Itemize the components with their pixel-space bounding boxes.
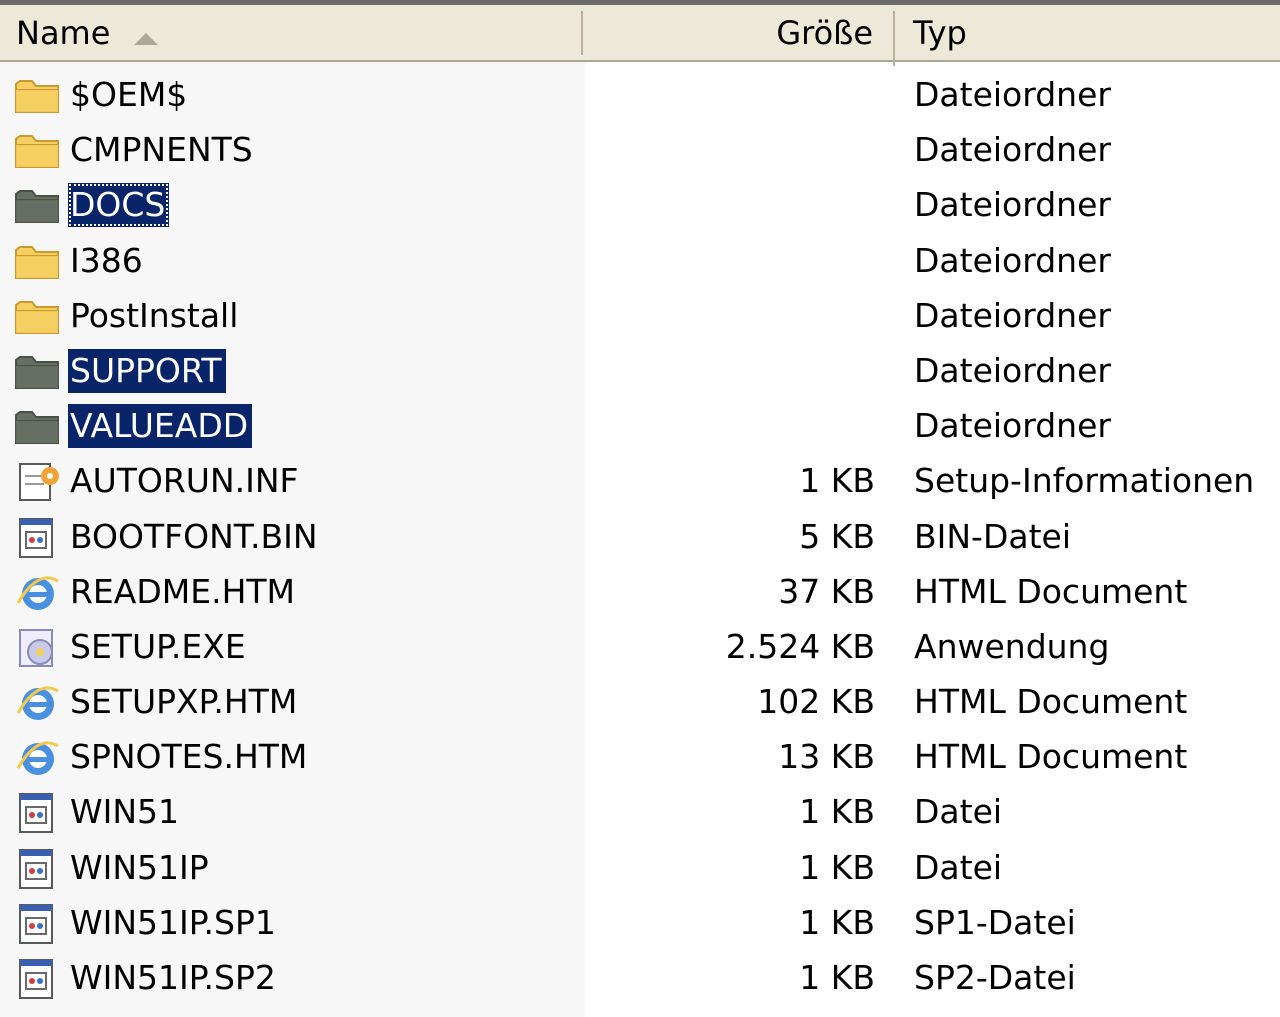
file-type: Datei	[914, 792, 1003, 832]
folder-icon	[14, 297, 62, 337]
file-type: Dateiordner	[914, 75, 1111, 114]
folder-icon	[14, 242, 62, 282]
file-type: HTML Document	[914, 571, 1188, 611]
generic-file-icon	[14, 793, 62, 834]
file-size: 37 KB	[778, 571, 875, 611]
file-type: HTML Document	[914, 737, 1188, 777]
file-name: I386	[70, 240, 143, 280]
folder-icon	[14, 76, 62, 116]
file-type: Dateiordner	[914, 350, 1111, 390]
setup-icon	[14, 628, 62, 668]
file-name: $OEM$	[70, 75, 188, 114]
generic-file-icon	[14, 959, 62, 999]
file-size: 1 KB	[799, 461, 875, 501]
file-name: SPNOTES.HTM	[70, 737, 308, 777]
file-name: SETUPXP.HTM	[70, 682, 298, 722]
file-row[interactable]: PostInstall Dateiordner	[0, 288, 1280, 343]
file-list: $OEM$ Dateiordner CMPNENTS Dateiordner D…	[0, 67, 1280, 1005]
file-row[interactable]: BOOTFONT.BIN 5 KB BIN-Datei	[0, 509, 1280, 564]
file-row[interactable]: I386 Dateiordner	[0, 233, 1280, 288]
file-name: WIN51	[70, 792, 180, 832]
file-type: Setup-Informationen	[914, 461, 1255, 501]
file-size: 13 KB	[778, 737, 875, 777]
size-column-label: Größe	[776, 14, 873, 52]
file-type: Datei	[914, 847, 1003, 887]
file-row[interactable]: SPNOTES.HTM 13 KB HTML Document	[0, 729, 1280, 784]
file-type: BIN-Datei	[914, 516, 1072, 556]
file-type: Dateiordner	[914, 406, 1111, 446]
file-name: PostInstall	[70, 295, 239, 335]
folder-icon	[14, 131, 62, 171]
file-name: SUPPORT	[68, 348, 226, 393]
file-row[interactable]: $OEM$ Dateiordner	[0, 67, 1280, 122]
generic-file-icon	[14, 848, 62, 889]
internet-explorer-icon	[14, 573, 62, 613]
file-row[interactable]: SUPPORT Dateiordner	[0, 343, 1280, 398]
file-name: WIN51IP	[70, 847, 209, 887]
file-name: WIN51IP.SP2	[70, 958, 276, 997]
setup-information-icon	[14, 462, 62, 502]
file-row[interactable]: WIN51 1 KB Datei	[0, 784, 1280, 839]
file-name: WIN51IP.SP1	[70, 902, 276, 942]
file-type: Dateiordner	[914, 240, 1111, 280]
type-column-header[interactable]: Typ	[897, 11, 1280, 66]
file-size: 1 KB	[799, 902, 875, 942]
file-row[interactable]: SETUPXP.HTM 102 KB HTML Document	[0, 674, 1280, 729]
type-column-label: Typ	[913, 14, 967, 52]
file-row[interactable]: README.HTM 37 KB HTML Document	[0, 564, 1280, 619]
folder-icon	[14, 186, 62, 226]
file-name: BOOTFONT.BIN	[70, 516, 318, 556]
file-type: Dateiordner	[914, 130, 1111, 170]
file-name: VALUEADD	[68, 404, 253, 449]
internet-explorer-icon	[14, 683, 62, 723]
file-row[interactable]: VALUEADD Dateiordner	[0, 398, 1280, 453]
generic-file-icon	[14, 517, 62, 558]
file-size: 1 KB	[799, 847, 875, 887]
file-type: HTML Document	[914, 682, 1188, 722]
file-size: 1 KB	[799, 958, 875, 997]
file-name: CMPNENTS	[70, 130, 253, 170]
file-name: DOCS	[68, 183, 170, 228]
file-size: 2.524 KB	[725, 626, 875, 666]
size-column-header[interactable]: Größe	[585, 11, 895, 66]
file-size: 5 KB	[799, 516, 875, 556]
generic-file-icon	[14, 903, 62, 944]
sort-ascending-icon	[134, 33, 158, 45]
file-row[interactable]: WIN51IP.SP1 1 KB SP1-Datei	[0, 895, 1280, 950]
file-type: Anwendung	[914, 626, 1110, 666]
name-column-label: Name	[16, 14, 111, 52]
file-row[interactable]: WIN51IP.SP2 1 KB SP2-Datei	[0, 950, 1280, 1005]
file-type: SP1-Datei	[914, 902, 1076, 942]
file-type: Dateiordner	[914, 185, 1111, 225]
file-size: 102 KB	[757, 682, 875, 722]
file-row[interactable]: CMPNENTS Dateiordner	[0, 122, 1280, 177]
file-name: SETUP.EXE	[70, 626, 246, 666]
file-size: 1 KB	[799, 792, 875, 832]
folder-icon	[14, 352, 62, 392]
file-row[interactable]: SETUP.EXE 2.524 KB Anwendung	[0, 619, 1280, 674]
file-type: SP2-Datei	[914, 958, 1076, 997]
file-name: AUTORUN.INF	[70, 461, 299, 501]
internet-explorer-icon	[14, 738, 62, 778]
file-row[interactable]: WIN51IP 1 KB Datei	[0, 840, 1280, 895]
file-row[interactable]: AUTORUN.INF 1 KB Setup-Informationen	[0, 453, 1280, 508]
file-row[interactable]: DOCS Dateiordner	[0, 177, 1280, 232]
file-name: README.HTM	[70, 571, 296, 611]
file-type: Dateiordner	[914, 295, 1111, 335]
name-column-header[interactable]: Name	[0, 11, 583, 55]
column-header-bar: Name Größe Typ	[0, 5, 1280, 66]
folder-icon	[14, 407, 62, 447]
